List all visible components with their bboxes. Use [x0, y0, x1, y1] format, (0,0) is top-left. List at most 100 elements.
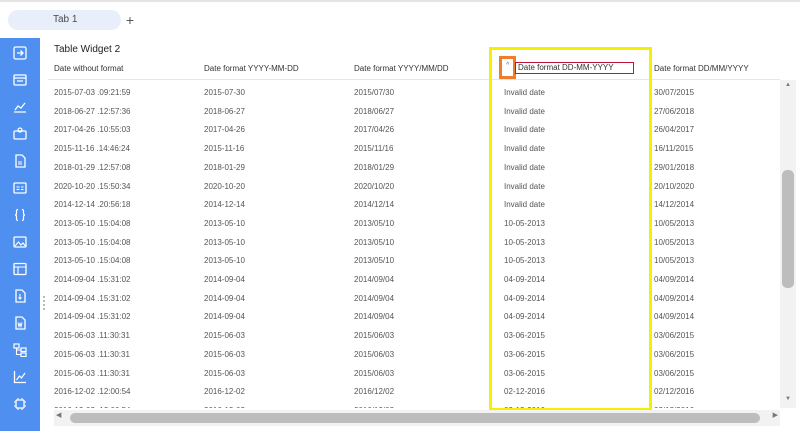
table-row[interactable]: 2015-06-03 .11:30:31 2015-06-03 2015/06/03…: [48, 363, 780, 382]
chart-icon[interactable]: [13, 100, 27, 114]
table-row[interactable]: 2013-05-10 .15:04:08 2013-05-10 2013/05/10…: [48, 213, 780, 232]
table-cell: 04/09/2014: [654, 275, 695, 284]
table-cell: 2014-09-04: [204, 275, 245, 284]
table-cell: 04-09-2014: [504, 293, 545, 303]
table-row[interactable]: 2015-07-03 .09:21:59 2015-07-30 2015/07/30…: [48, 82, 780, 101]
table-cell: 2015-06-03: [204, 368, 245, 378]
table-cell: 2020-10-20 .15:50:34: [54, 181, 131, 191]
table-cell: 2017-04-26: [204, 125, 245, 135]
table-cell: 04/09/2014: [654, 293, 695, 303]
table-cell: 2018-01-29 .12:57:08: [54, 162, 131, 172]
tab-bar: Tab 1 +: [0, 2, 800, 38]
horizontal-scroll-thumb[interactable]: [70, 413, 760, 423]
table-row[interactable]: 2014-09-04 .15:31:02 2014-09-04 2014/09/04…: [48, 306, 780, 325]
table-row[interactable]: 2014-09-04 .15:31:02 2014-09-04 2014/09/04…: [48, 269, 780, 288]
line-chart-icon[interactable]: [13, 370, 27, 384]
word-icon[interactable]: [13, 316, 27, 330]
table-cell: 2014-12-14: [204, 200, 245, 210]
table-row[interactable]: 2020-10-20 .15:50:34 2020-10-20 2020/10/20…: [48, 176, 780, 195]
page-icon[interactable]: [13, 127, 27, 141]
table-cell: 2014-09-04 .15:31:02: [54, 275, 131, 284]
table-row[interactable]: 2016-12-02 .12:00:54 2016-12-02 2016/12/02…: [48, 381, 780, 400]
table-cell: Invalid date: [504, 106, 545, 116]
image-icon[interactable]: [13, 235, 27, 249]
table-row[interactable]: 2015-06-03 .11:30:31 2015-06-03 2015/06/03…: [48, 344, 780, 363]
settings-chip-icon[interactable]: [13, 397, 27, 411]
scroll-left-icon[interactable]: ◀: [56, 411, 66, 425]
header-dd-slash-mm-yyyy[interactable]: Date format DD/MM/YYYY: [654, 64, 749, 73]
scroll-up-icon[interactable]: ▲: [780, 82, 796, 92]
widget-title: Table Widget 2: [54, 44, 121, 55]
table-row[interactable]: 2015-06-03 .11:30:31 2015-06-03 2015/06/03…: [48, 325, 780, 344]
form-icon[interactable]: [13, 181, 27, 195]
table-cell: 2015-06-03 .11:30:31: [54, 368, 130, 378]
file-icon[interactable]: [13, 289, 27, 303]
header-date-without-format[interactable]: Date without format: [54, 64, 123, 73]
table-cell: 2014/09/04: [354, 275, 395, 284]
scroll-right-icon[interactable]: ▶: [768, 411, 778, 425]
table-cell: 2013-05-10 .15:04:08: [54, 218, 131, 228]
table-cell: 2016-12-02 .12:00:54: [54, 406, 131, 408]
sort-arrow-icon[interactable]: ^: [506, 62, 509, 69]
table-cell: 2014/12/14: [354, 200, 395, 210]
table-cell: 2015-06-03 .11:30:31: [54, 349, 130, 359]
table-cell: 03-06-2015: [504, 368, 545, 378]
table-header: Date without format Date format YYYY-MM-…: [48, 58, 780, 80]
table-cell: 20/10/2020: [654, 181, 695, 191]
table-cell: 30/07/2015: [654, 88, 695, 97]
document-icon[interactable]: [13, 154, 27, 168]
table-cell: 2017-04-26 .10:55:03: [54, 125, 131, 135]
vertical-scroll-thumb[interactable]: [782, 170, 794, 288]
scroll-down-icon[interactable]: ▼: [780, 396, 796, 406]
table-cell: 04/09/2014: [654, 312, 695, 322]
table-row[interactable]: 2014-09-04 .15:31:02 2014-09-04 2014/09/04…: [48, 288, 780, 307]
table-row[interactable]: 2018-01-29 .12:57:08 2018-01-29 2018/01/29…: [48, 157, 780, 176]
table-cell: 03/06/2015: [654, 331, 695, 341]
table-cell: 2020-10-20: [204, 181, 245, 191]
table-body: 2015-07-03 .09:21:59 2015-07-30 2015/07/30…: [48, 82, 780, 408]
resize-handle[interactable]: [43, 296, 47, 316]
table-cell: 2015/11/16: [354, 144, 394, 154]
table-cell: 2018/06/27: [354, 106, 395, 116]
table-row[interactable]: 2017-04-26 .10:55:03 2017-04-26 2017/04/26…: [48, 119, 780, 138]
table-cell: 14/12/2014: [654, 200, 695, 210]
table-cell: Invalid date: [504, 125, 545, 135]
sidebar: [0, 38, 40, 431]
table-cell: 2016-12-02 .12:00:54: [54, 387, 131, 397]
widgets-icon[interactable]: [13, 73, 27, 87]
header-dd-mm-yyyy[interactable]: Date format DD-MM-YYYY: [515, 62, 634, 74]
table-row[interactable]: 2018-06-27 .12:57:36 2018-06-27 2018/06/27…: [48, 101, 780, 120]
table-row[interactable]: 2013-05-10 .15:04:08 2013-05-10 2013/05/10…: [48, 250, 780, 269]
table-cell: 2015-07-30: [204, 88, 245, 97]
table-row[interactable]: 2013-05-10 .15:04:08 2013-05-10 2013/05/10…: [48, 232, 780, 251]
tab-1[interactable]: Tab 1: [8, 10, 121, 30]
table-cell: 10-05-2013: [504, 218, 545, 228]
json-icon[interactable]: [13, 208, 27, 222]
table-cell: 2020/10/20: [354, 181, 395, 191]
entity-explorer-icon[interactable]: [13, 46, 27, 60]
table-icon[interactable]: [13, 262, 27, 276]
table-cell: 04-09-2014: [504, 312, 545, 322]
table-cell: 26/04/2017: [654, 125, 695, 135]
horizontal-scrollbar[interactable]: ◀ ▶: [54, 410, 780, 426]
table-row[interactable]: 2014-12-14 .20:56:18 2014-12-14 2014/12/14…: [48, 194, 780, 213]
table-cell: 2013/05/10: [354, 218, 395, 228]
tree-icon[interactable]: [13, 343, 27, 357]
table-cell: 2014-12-14 .20:56:18: [54, 200, 131, 210]
table-cell: 2014-09-04 .15:31:02: [54, 293, 131, 303]
table-row[interactable]: 2015-11-16 .14:46:24 2015-11-16 2015/11/16…: [48, 138, 780, 157]
vertical-scrollbar[interactable]: ▲ ▼: [780, 80, 796, 408]
table-cell: 03-06-2015: [504, 349, 545, 359]
table-row[interactable]: 2016-12-02 .12:00:54 2016-12-02 2016/12/02…: [48, 400, 780, 408]
table-cell: 2013/05/10: [354, 237, 395, 247]
header-yyyy-mm-dd[interactable]: Date format YYYY-MM-DD: [204, 64, 299, 73]
table-cell: 2018-06-27: [204, 106, 245, 116]
table-cell: 2013-05-10: [204, 256, 245, 266]
table-cell: 10-05-2013: [504, 237, 545, 247]
table-cell: 2016-12-02: [204, 406, 245, 408]
header-yyyy-slash-mm-dd[interactable]: Date format YYYY/MM/DD: [354, 64, 449, 73]
table-cell: 2014/09/04: [354, 293, 395, 303]
add-tab-button[interactable]: +: [124, 10, 136, 30]
table-cell: 2015-06-03 .11:30:31: [54, 331, 130, 341]
table-cell: 2013/05/10: [354, 256, 395, 266]
